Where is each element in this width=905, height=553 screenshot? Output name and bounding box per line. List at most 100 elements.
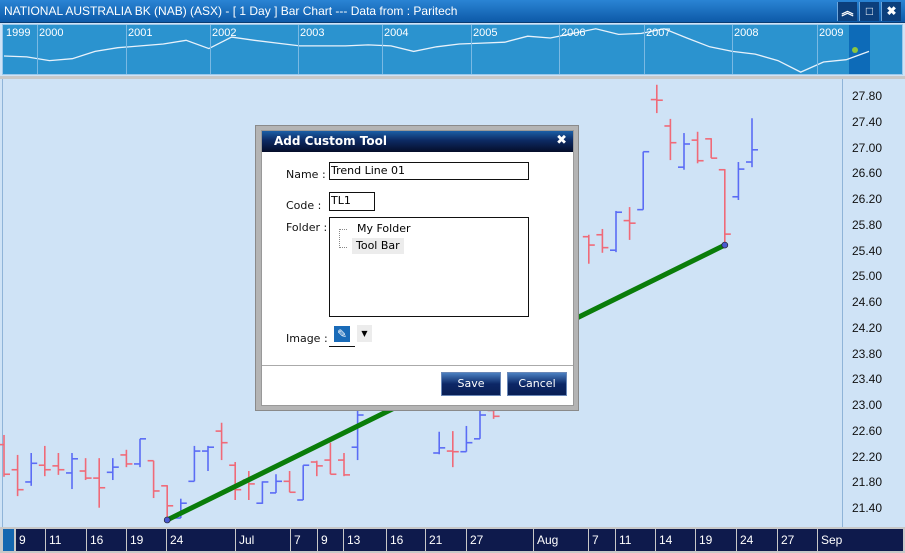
collapse-button[interactable]: ︽ <box>837 2 857 21</box>
down-bar[interactable] <box>582 234 595 264</box>
year-divider <box>817 25 818 74</box>
up-bar[interactable] <box>351 404 364 461</box>
year-divider <box>644 25 645 74</box>
year-label: 1999 <box>6 27 31 39</box>
up-bar[interactable] <box>637 150 650 211</box>
up-bar[interactable] <box>732 162 745 200</box>
tree-connector <box>339 229 347 248</box>
down-bar[interactable] <box>596 228 609 253</box>
folder-item-tool-bar[interactable]: Tool Bar <box>352 238 404 254</box>
folder-label: Folder : <box>286 221 328 234</box>
save-button[interactable]: Save <box>441 372 501 396</box>
price-tick-label: 27.00 <box>852 140 883 155</box>
down-bar[interactable] <box>93 458 106 508</box>
down-bar[interactable] <box>38 445 51 477</box>
down-bar[interactable] <box>446 431 459 468</box>
name-input[interactable]: Trend Line 01 <box>329 162 529 180</box>
date-tick-label: 11 <box>616 529 655 551</box>
price-tick-label: 27.80 <box>852 89 883 103</box>
up-bar[interactable] <box>460 425 473 453</box>
close-icon: ✖ <box>886 4 897 18</box>
up-bar[interactable] <box>270 474 282 494</box>
down-bar[interactable] <box>705 138 718 159</box>
maximize-button[interactable]: □ <box>859 2 879 21</box>
dialog-title: Add Custom Tool <box>274 134 387 148</box>
down-bar[interactable] <box>120 449 133 468</box>
down-bar[interactable] <box>623 207 636 240</box>
down-bar[interactable] <box>664 118 677 161</box>
down-bar[interactable] <box>0 434 10 477</box>
down-bar[interactable] <box>215 422 228 461</box>
up-bar[interactable] <box>106 458 119 481</box>
caret-down-icon: ▼ <box>361 329 368 338</box>
folder-tree[interactable]: My Folder Tool Bar <box>329 217 529 317</box>
down-bar[interactable] <box>52 452 65 475</box>
year-divider <box>210 25 211 74</box>
date-tick-label: 9 <box>16 529 45 551</box>
cancel-button[interactable]: Cancel <box>507 372 567 396</box>
up-bar[interactable] <box>610 210 622 253</box>
date-tick-label: 14 <box>656 529 695 551</box>
maximize-icon: □ <box>865 4 874 18</box>
overview-navigator[interactable]: 1999 2000 2001 2002 2003 2004 2005 2006 2007 2008… <box>2 24 903 75</box>
year-divider <box>126 25 127 74</box>
dialog-close-icon[interactable]: ✖ <box>556 131 567 151</box>
year-divider <box>732 25 733 74</box>
trend-line-start-handle[interactable] <box>163 516 171 524</box>
price-tick-label: 25.00 <box>852 269 883 284</box>
up-bar[interactable] <box>188 445 201 483</box>
down-bar[interactable] <box>338 452 350 477</box>
down-bar[interactable] <box>324 442 337 476</box>
up-bar[interactable] <box>297 464 310 501</box>
year-divider <box>37 25 38 74</box>
down-bar[interactable] <box>718 168 731 246</box>
date-tick-label: 16 <box>387 529 425 551</box>
down-bar[interactable] <box>229 462 242 500</box>
image-dropdown-button[interactable]: ▼ <box>357 325 372 342</box>
up-bar[interactable] <box>678 133 690 170</box>
up-bar[interactable] <box>202 445 214 472</box>
price-tick-label: 24.60 <box>852 295 883 309</box>
price-tick-label: 21.80 <box>852 475 883 490</box>
down-bar[interactable] <box>79 458 92 481</box>
up-bar[interactable] <box>256 481 269 505</box>
up-bar[interactable] <box>25 452 38 486</box>
date-axis[interactable]: 9 11 16 19 24 Jul 7 9 13 16 21 27 Aug 7 11 14 19 24 27 Sep <box>0 527 905 553</box>
year-divider <box>382 25 383 74</box>
axis-scroll-handle[interactable] <box>3 529 14 551</box>
year-divider <box>298 25 299 74</box>
up-bar[interactable] <box>66 452 78 490</box>
trend-line-end-handle[interactable] <box>721 241 729 249</box>
year-divider <box>559 25 560 74</box>
down-bar[interactable] <box>310 460 323 477</box>
price-tick-label: 25.80 <box>852 217 883 232</box>
down-bar[interactable] <box>691 131 704 164</box>
image-label: Image : <box>286 332 328 345</box>
down-bar[interactable] <box>283 471 296 494</box>
window-title-bar: NATIONAL AUSTRALIA BK (NAB) (ASX) - [ 1 … <box>0 0 905 23</box>
up-bar[interactable] <box>433 431 446 455</box>
add-custom-tool-dialog: Add Custom Tool ✖ Name : Trend Line 01 C… <box>255 125 579 411</box>
close-button[interactable]: ✖ <box>881 2 901 21</box>
price-tick-label: 23.00 <box>852 398 883 412</box>
up-bar[interactable] <box>134 438 146 468</box>
folder-item-my-folder[interactable]: My Folder <box>355 221 413 237</box>
price-tick-label: 22.60 <box>852 423 883 438</box>
up-bar[interactable] <box>746 118 758 168</box>
date-tick-label: 16 <box>87 529 126 551</box>
date-tick-label: Jul <box>236 529 290 551</box>
down-bar[interactable] <box>147 459 160 499</box>
image-picker[interactable]: ✎ <box>329 324 355 347</box>
code-label: Code : <box>286 199 322 212</box>
price-tick-label: 23.40 <box>852 372 883 387</box>
code-input[interactable]: TL1 <box>329 192 375 211</box>
date-tick-label: Sep <box>818 529 903 551</box>
down-bar[interactable] <box>650 84 663 114</box>
date-tick-label: 27 <box>467 529 533 551</box>
double-chevron-up-icon: ︽ <box>841 4 854 18</box>
pencil-icon: ✎ <box>334 326 350 342</box>
dialog-title-bar[interactable]: Add Custom Tool ✖ <box>262 131 573 152</box>
down-bar[interactable] <box>161 485 174 520</box>
date-tick-label: Aug <box>534 529 588 551</box>
down-bar[interactable] <box>11 454 24 497</box>
